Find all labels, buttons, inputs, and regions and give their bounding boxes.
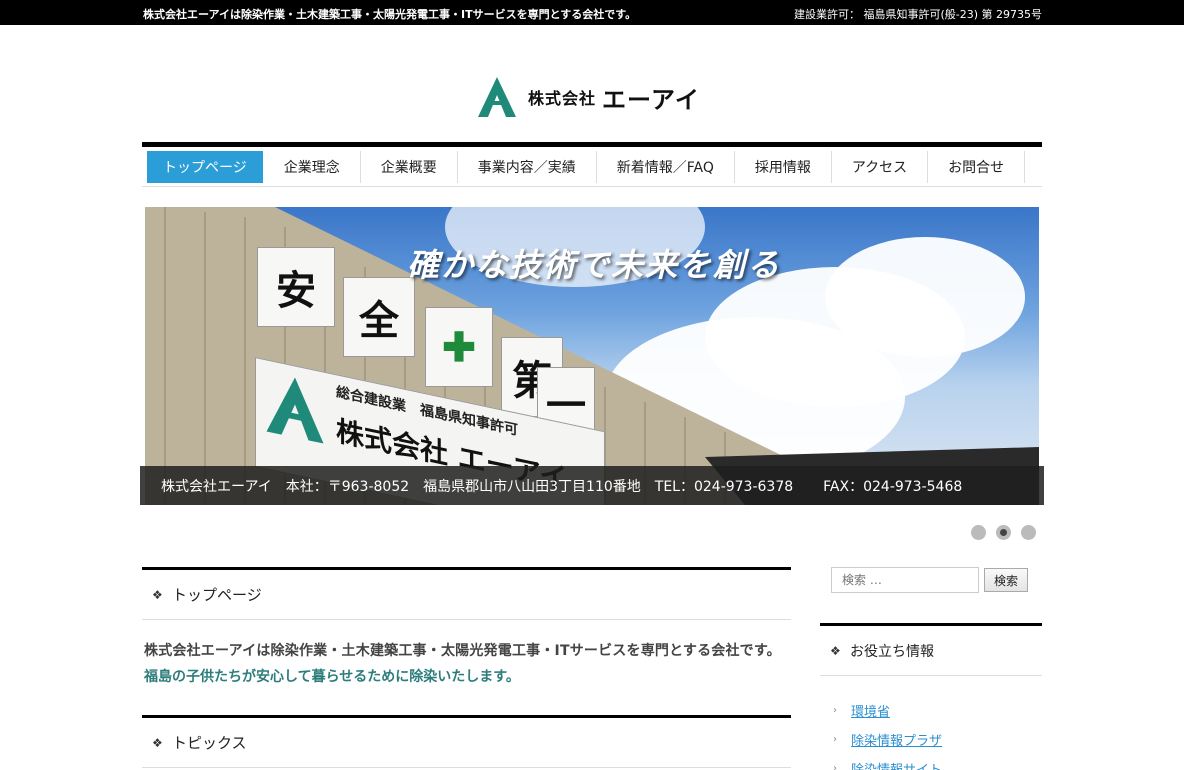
company-tagline: 株式会社エーアイは除染作業・土木建築工事・太陽光発電工事・ITサービスを専門とす… [143, 8, 637, 21]
chevron-right-icon: › [833, 734, 837, 745]
search-button[interactable]: 検索 [984, 568, 1029, 592]
sign-panel: 安 [257, 247, 335, 327]
list-item: › 除染情報プラザ [833, 725, 942, 754]
sign-panel-cross: ✚ [425, 307, 493, 387]
diamond-bullet-icon: ❖ [152, 735, 163, 750]
hero-banner[interactable]: 安 全 ✚ 第 一 総合建設業 福島県知事許可 株式会社 エーアイ 確かな技術で… [145, 207, 1039, 505]
nav-item-access[interactable]: アクセス [832, 150, 929, 183]
list-item: › 除染情報サイト [833, 754, 942, 770]
intro-text: 株式会社エーアイは除染作業・土木建築工事・太陽光発電工事・ITサービスを専門とす… [144, 640, 794, 686]
chevron-right-icon: › [833, 763, 837, 770]
nav-item-recruit[interactable]: 採用情報 [735, 150, 832, 183]
nav-item-news-faq[interactable]: 新着情報／FAQ [597, 150, 735, 183]
intro-line-1: 株式会社エーアイは除染作業・土木建築工事・太陽光発電工事・ITサービスを専門とす… [144, 643, 781, 659]
useful-links-list: › 環境省 › 除染情報プラザ › 除染情報サイト [833, 696, 942, 770]
slider-dot-1[interactable] [971, 525, 986, 540]
slider-pagination [971, 525, 1036, 540]
section-topics: ❖ トピックス [142, 715, 791, 768]
nav-item-company-overview[interactable]: 企業概要 [361, 150, 458, 183]
search-form: 検索 [831, 567, 1029, 593]
section-top-page: ❖ トップページ [142, 567, 791, 620]
slider-dot-3[interactable] [1021, 525, 1036, 540]
hero-slogan: 確かな技術で未来を創る [407, 246, 782, 284]
top-info-bar: 株式会社エーアイは除染作業・土木建築工事・太陽光発電工事・ITサービスを専門とす… [0, 0, 1184, 25]
slider-dot-2[interactable] [996, 525, 1011, 540]
caption-fax: FAX：024-973-5468 [823, 478, 963, 495]
company-logo-icon [478, 77, 516, 117]
section-title: トップページ [172, 586, 262, 604]
link-ministry-environment[interactable]: 環境省 [851, 701, 890, 720]
intro-line-2: 福島の子供たちが安心して暮らせるために除染いたします。 [144, 669, 520, 685]
site-logo[interactable]: 株式会社 エーアイ [476, 74, 700, 120]
nav-item-top[interactable]: トップページ [147, 150, 264, 183]
list-item: › 環境省 [833, 696, 942, 725]
main-navigation: トップページ 企業理念 企業概要 事業内容／実績 新着情報／FAQ 採用情報 ア… [142, 147, 1042, 187]
hero-caption: 株式会社エーアイ 本社：〒963-8052 福島県郡山市八山田3丁目110番地 … [140, 466, 1044, 505]
sidebar-useful-info-head: ❖ お役立ち情報 [820, 623, 1042, 676]
link-decontamination-plaza[interactable]: 除染情報プラザ [851, 730, 942, 749]
search-input[interactable] [831, 567, 979, 593]
sidebar-title: お役立ち情報 [850, 643, 934, 660]
section-title: トピックス [172, 734, 247, 752]
link-decontamination-site[interactable]: 除染情報サイト [851, 759, 942, 770]
sign-panel: 全 [343, 277, 415, 357]
chevron-right-icon: › [833, 705, 837, 716]
construction-license: 建設業許可： 福島県知事許可(般-23) 第 29735号 [793, 8, 1042, 21]
logo-text-big: エーアイ [602, 85, 700, 114]
diamond-bullet-icon: ❖ [152, 587, 163, 602]
logo-text-small: 株式会社 [528, 89, 597, 108]
diamond-bullet-icon: ❖ [830, 643, 841, 658]
caption-address: 株式会社エーアイ 本社：〒963-8052 福島県郡山市八山田3丁目110番地 … [161, 478, 794, 495]
nav-item-business[interactable]: 事業内容／実績 [458, 150, 597, 183]
nav-item-contact[interactable]: お問合せ [928, 150, 1026, 183]
company-logo-icon [266, 377, 324, 444]
nav-item-philosophy[interactable]: 企業理念 [264, 150, 361, 183]
